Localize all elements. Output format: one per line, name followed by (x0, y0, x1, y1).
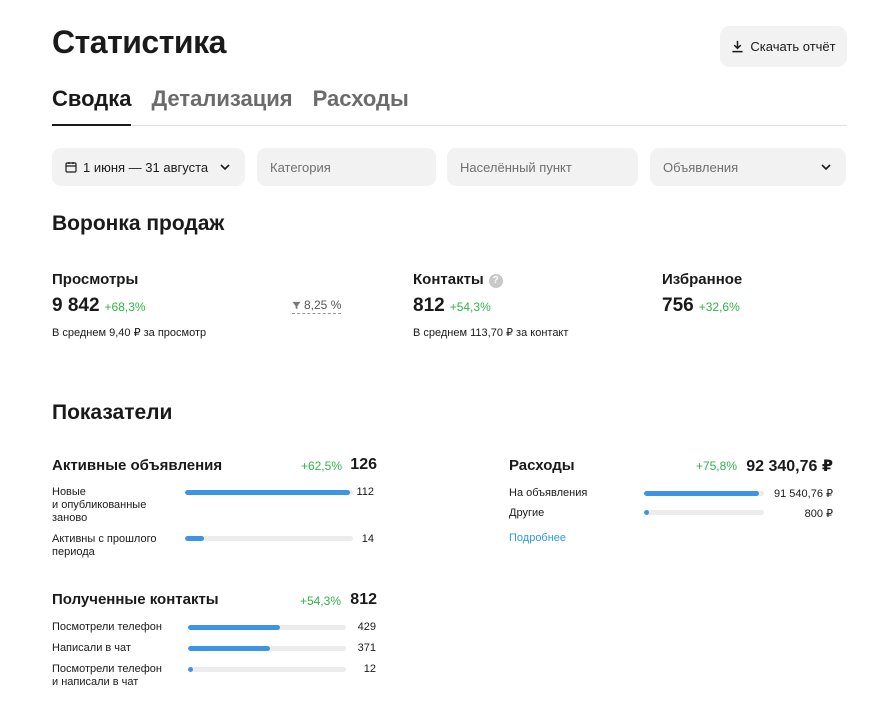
row-value-phone: 429 (357, 621, 376, 633)
row-value-previous: 14 (361, 533, 374, 545)
conversion-value: 8,25 % (304, 298, 342, 312)
chevron-down-icon (220, 164, 230, 171)
progress-bar-new (185, 490, 353, 495)
row-label-new: Новые и опубликованные заново (52, 486, 147, 524)
help-icon[interactable]: ? (488, 274, 503, 288)
progress-bar-phone-and-chat (188, 667, 346, 672)
row-label-other-expense: Другие (509, 507, 545, 519)
category-placeholder: Категория (270, 159, 331, 175)
views-value-group: 9 842 +68,3% (52, 295, 146, 317)
contacts-value-group: 812 +54,3% (413, 295, 491, 317)
more-details-link[interactable]: Подробнее (509, 532, 566, 544)
tab-expenses[interactable]: Расходы (313, 84, 409, 126)
active-listings-delta: +62,5% (300, 459, 342, 473)
download-report-button[interactable]: Скачать отчёт (720, 26, 847, 67)
download-icon (732, 40, 743, 53)
chevron-down-icon (821, 164, 831, 171)
funnel-filter-icon (292, 301, 301, 309)
row-value-new: 112 (356, 486, 374, 498)
date-range-value: 1 июня — 31 августа (83, 159, 209, 175)
progress-bar-previous (185, 536, 353, 541)
locality-placeholder: Населённый пункт (460, 159, 572, 175)
contacts-average: В среднем 113,70 ₽ за контакт (413, 327, 569, 339)
locality-input[interactable]: Населённый пункт (447, 148, 638, 186)
favorites-value-group: 756 +32,6% (662, 295, 740, 317)
row-label-listings-expense: На объявления (509, 487, 588, 499)
favorites-delta: +32,6% (698, 300, 740, 314)
listings-placeholder: Объявления (663, 159, 739, 175)
row-label-phone: Посмотрели телефон (52, 621, 162, 633)
contacts-value: 812 (413, 295, 445, 316)
active-listings-total: 126 (350, 456, 377, 473)
calendar-icon (65, 162, 77, 173)
contacts-delta: +54,3% (449, 300, 491, 314)
received-contacts-total: 812 (350, 591, 377, 608)
contacts-label: Контакты (413, 271, 484, 288)
row-value-other-expense: 800 ₽ (804, 508, 833, 520)
row-label-previous: Активны с прошлого периода (52, 533, 157, 558)
active-listings-title: Активные объявления (52, 457, 223, 474)
tab-bar: Сводка Детализация Расходы (52, 84, 847, 126)
received-contacts-delta: +54,3% (299, 594, 341, 608)
row-value-phone-and-chat: 12 (363, 663, 376, 675)
tab-summary[interactable]: Сводка (52, 84, 132, 126)
listings-select[interactable]: Объявления (650, 148, 846, 186)
row-label-phone-and-chat: Посмотрели телефон и написали в чат (52, 663, 162, 688)
views-label: Просмотры (52, 271, 139, 288)
metrics-title: Показатели (52, 401, 173, 424)
expenses-delta: +75,8% (695, 459, 737, 473)
row-label-chat: Написали в чат (52, 642, 131, 654)
tab-details[interactable]: Детализация (151, 84, 292, 126)
favorites-label: Избранное (662, 271, 743, 288)
row-value-listings-expense: 91 540,76 ₽ (774, 488, 833, 500)
favorites-value: 756 (662, 295, 694, 316)
views-delta: +68,3% (104, 300, 146, 314)
page-title: Статистика (52, 24, 226, 60)
progress-bar-chat (188, 646, 346, 651)
views-value: 9 842 (52, 295, 100, 316)
expenses-title: Расходы (509, 457, 575, 474)
row-value-chat: 371 (357, 642, 376, 654)
funnel-title: Воронка продаж (52, 212, 225, 235)
conversion-rate[interactable]: 8,25 % (292, 298, 342, 314)
download-report-label: Скачать отчёт (750, 39, 836, 54)
views-average: В среднем 9,40 ₽ за просмотр (52, 327, 207, 339)
contacts-label-group: Контакты? (413, 271, 503, 288)
date-range-select[interactable]: 1 июня — 31 августа (52, 148, 245, 186)
progress-bar-phone (188, 625, 346, 630)
category-input[interactable]: Категория (257, 148, 436, 186)
received-contacts-title: Полученные контакты (52, 591, 219, 608)
expenses-total: 92 340,76 ₽ (746, 458, 833, 475)
